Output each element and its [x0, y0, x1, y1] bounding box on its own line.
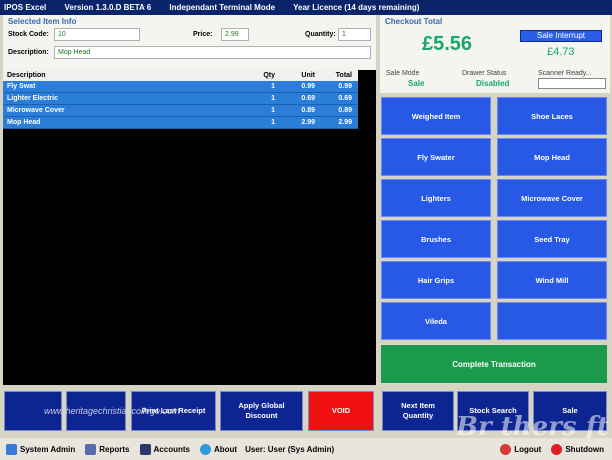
- product-button[interactable]: Vileda: [381, 302, 491, 340]
- app-version: Version 1.3.0.D BETA 6: [64, 3, 152, 12]
- description-label: Description:: [8, 49, 49, 56]
- row-description: Lighter Electric: [7, 95, 58, 102]
- row-unit: 2.99: [301, 119, 315, 126]
- logout-icon: [500, 443, 512, 455]
- reports-label: Reports: [99, 444, 130, 454]
- price-field[interactable]: 2.99: [221, 28, 249, 41]
- column-qty[interactable]: Qty: [233, 70, 277, 81]
- table-row[interactable]: Microwave Cover 1 0.89 0.89: [3, 105, 358, 117]
- accounts-label: Accounts: [153, 444, 190, 454]
- row-description: Microwave Cover: [7, 107, 65, 114]
- checkout-total: £5.56: [422, 33, 473, 55]
- power-icon: [551, 443, 563, 455]
- button-line-1: Next Item: [401, 401, 435, 410]
- row-unit: 0.69: [301, 95, 315, 102]
- accounts-icon: [139, 443, 151, 455]
- interrupted-total: £4.73: [547, 46, 575, 58]
- accounts-button[interactable]: Accounts: [139, 443, 190, 455]
- row-qty: 1: [271, 119, 275, 126]
- quantity-field[interactable]: 1: [338, 28, 371, 41]
- stock-code-label: Stock Code:: [8, 31, 49, 38]
- grid-header: Description Qty Unit Total: [3, 70, 358, 81]
- sale-items-grid[interactable]: Description Qty Unit Total Fly Swat 1 0.…: [3, 70, 376, 385]
- checkout-title: Checkout Total: [385, 17, 443, 26]
- row-total: 2.99: [338, 119, 352, 126]
- column-description[interactable]: Description: [3, 70, 233, 81]
- product-button[interactable]: Weighed Item: [381, 97, 491, 135]
- description-field[interactable]: Mop Head: [54, 46, 371, 59]
- row-total: 0.69: [338, 95, 352, 102]
- table-row[interactable]: Fly Swat 1 0.99 0.99: [3, 81, 358, 93]
- product-button[interactable]: Lighters: [381, 179, 491, 217]
- item-info-panel: Selected Item Info Stock Code: 10 Price:…: [3, 15, 376, 70]
- row-description: Mop Head: [7, 119, 41, 126]
- terminal-mode: Independant Terminal Mode: [169, 3, 276, 12]
- sale-interrupt-button[interactable]: Sale Interrupt: [520, 30, 602, 42]
- void-button[interactable]: VOID: [308, 391, 374, 431]
- gear-icon: [6, 443, 17, 455]
- info-icon: [199, 443, 211, 455]
- product-button[interactable]: Wind Mill: [497, 261, 607, 299]
- system-admin-label: System Admin: [20, 444, 76, 454]
- row-unit: 0.99: [301, 83, 315, 90]
- table-row[interactable]: Lighter Electric 1 0.69 0.69: [3, 93, 358, 105]
- product-button[interactable]: Microwave Cover: [497, 179, 607, 217]
- product-button-empty[interactable]: [497, 302, 607, 340]
- logout-label: Logout: [514, 444, 542, 454]
- current-user: User: User (Sys Admin): [245, 444, 335, 454]
- product-button[interactable]: Shoe Laces: [497, 97, 607, 135]
- reports-icon: [85, 443, 97, 455]
- scanner-status-label: Scanner Ready...: [538, 70, 592, 77]
- about-label: About: [213, 444, 238, 454]
- product-button[interactable]: Brushes: [381, 220, 491, 258]
- product-button[interactable]: Seed Tray: [497, 220, 607, 258]
- about-button[interactable]: About: [199, 443, 238, 455]
- product-button[interactable]: Fly Swater: [381, 138, 491, 176]
- button-line-2: Discount: [245, 411, 278, 420]
- sale-mode-value: Sale: [408, 79, 425, 88]
- button-line-1: Apply Global: [238, 401, 285, 410]
- watermark-text: www.heritagechristiancollege.com: [44, 406, 180, 416]
- reports-button[interactable]: Reports: [85, 443, 130, 455]
- row-unit: 0.89: [301, 107, 315, 114]
- price-label: Price:: [193, 31, 213, 38]
- quantity-label: Quantity:: [305, 31, 336, 38]
- sale-mode-label: Sale Mode: [386, 70, 420, 77]
- drawer-status-value: Disabled: [476, 79, 510, 88]
- button-line-2: Quantity: [402, 411, 434, 420]
- apply-global-discount-button[interactable]: Apply Global Discount: [220, 391, 303, 431]
- shutdown-button[interactable]: Shutdown: [551, 443, 604, 455]
- licence-info: Year Licence (14 days remaining): [293, 3, 420, 12]
- product-button[interactable]: Mop Head: [497, 138, 607, 176]
- row-description: Fly Swat: [7, 83, 36, 90]
- app-name: IPOS Excel: [4, 3, 47, 12]
- system-admin-button[interactable]: System Admin: [6, 443, 76, 455]
- column-total[interactable]: Total: [315, 70, 355, 81]
- row-qty: 1: [271, 107, 275, 114]
- drawer-status-label: Drawer Status: [462, 70, 507, 77]
- title-bar: IPOS Excel Version 1.3.0.D BETA 6 Indepe…: [0, 0, 612, 15]
- checkout-panel: Checkout Total £5.56 Sale Interrupt £4.7…: [380, 15, 610, 93]
- row-total: 0.89: [338, 107, 352, 114]
- next-item-quantity-button[interactable]: Next Item Quantity: [382, 391, 454, 431]
- scanner-input[interactable]: [538, 78, 606, 89]
- logout-button[interactable]: Logout: [500, 443, 542, 455]
- table-row[interactable]: Mop Head 1 2.99 2.99: [3, 117, 358, 129]
- row-total: 0.99: [338, 83, 352, 90]
- row-qty: 1: [271, 95, 275, 102]
- row-qty: 1: [271, 83, 275, 90]
- shutdown-label: Shutdown: [565, 444, 604, 454]
- stock-code-field[interactable]: 10: [54, 28, 140, 41]
- complete-transaction-button[interactable]: Complete Transaction: [381, 345, 607, 383]
- item-info-title: Selected Item Info: [8, 17, 77, 26]
- product-button[interactable]: Hair Grips: [381, 261, 491, 299]
- column-unit[interactable]: Unit: [277, 70, 315, 81]
- status-bar: System Admin Reports Accounts About User…: [0, 438, 612, 460]
